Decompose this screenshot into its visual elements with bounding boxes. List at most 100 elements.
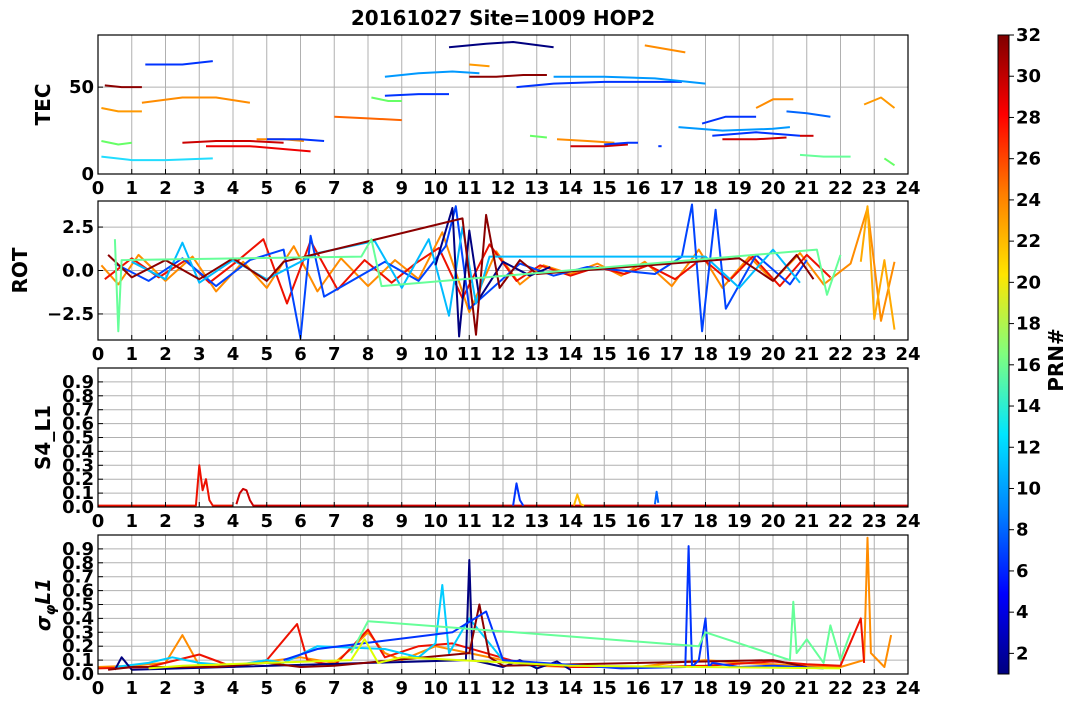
prn-trace: [701, 115, 757, 125]
x-tick-label: 3: [193, 678, 206, 699]
x-tick-label: 4: [227, 178, 240, 199]
colorbar-tick-label: 14: [1016, 396, 1041, 417]
y-axis-label: TEC: [31, 84, 55, 126]
colorbar-tick-label: 20: [1016, 272, 1041, 293]
x-tick-label: 10: [423, 511, 448, 532]
x-tick-label: 22: [828, 511, 853, 532]
x-tick-label: 6: [294, 178, 307, 199]
prn-trace: [101, 140, 132, 146]
x-tick-label: 17: [659, 344, 684, 365]
colorbar-tick-label: 2: [1016, 643, 1029, 664]
x-tick-label: 7: [328, 178, 341, 199]
x-tick-label: 19: [727, 511, 752, 532]
y-tick-label: 0.9: [62, 372, 94, 393]
x-tick-label: 18: [693, 178, 718, 199]
x-tick-label: 8: [362, 511, 375, 532]
colorbar-tick-label: 26: [1016, 149, 1041, 170]
prn-trace: [512, 482, 525, 507]
x-tick-label: 11: [457, 344, 482, 365]
x-tick-label: 3: [193, 511, 206, 532]
y-tick-label: 2.5: [62, 217, 94, 238]
x-tick-label: 20: [760, 178, 785, 199]
prn-trace: [448, 41, 554, 49]
x-tick-label: 15: [592, 344, 617, 365]
x-tick-label: 10: [423, 678, 448, 699]
prn-colorbar: 2468101214161820222426283032 PRN#: [997, 25, 1068, 675]
prn-trace: [572, 493, 585, 507]
y-tick-label: 0.0: [62, 261, 94, 282]
prn-trace: [799, 153, 851, 158]
x-tick-label: 16: [625, 178, 650, 199]
x-tick-label: 0: [92, 344, 105, 365]
prn-trace: [644, 44, 686, 54]
x-tick-label: 5: [260, 344, 273, 365]
x-tick-label: 1: [125, 511, 138, 532]
x-tick-label: 2: [159, 511, 172, 532]
x-tick-label: 1: [125, 178, 138, 199]
prn-trace: [556, 138, 615, 144]
x-tick-label: 6: [294, 344, 307, 365]
x-tick-label: 19: [727, 178, 752, 199]
x-tick-label: 12: [490, 511, 515, 532]
panels: 0 1 2 3 4 5 6 7 8 9 10 11 12 13 14 15 16 17 18 19 20 21 22 23 24…: [8, 34, 921, 699]
x-tick-label: 24: [895, 678, 920, 699]
prn-trace: [883, 157, 896, 167]
x-tick-label: 15: [592, 511, 617, 532]
x-tick-label: 12: [490, 344, 515, 365]
x-tick-label: 13: [524, 178, 549, 199]
prn-trace: [384, 70, 480, 78]
x-tick-label: 1: [125, 344, 138, 365]
x-tick-label: 20: [760, 678, 785, 699]
x-tick-label: 7: [328, 511, 341, 532]
colorbar-tick-label: 32: [1016, 25, 1041, 46]
x-tick-label: 10: [423, 344, 448, 365]
x-tick-label: 7: [328, 678, 341, 699]
x-tick-label: 11: [457, 678, 482, 699]
x-tick-label: 24: [895, 178, 920, 199]
colorbar-tick-label: 10: [1016, 478, 1041, 499]
prn-trace: [786, 110, 831, 118]
prn-trace: [516, 80, 682, 89]
panel-rot: 0 1 2 3 4 5 6 7 8 9 10 11 12 13 14 15 16 17 18 19 20 21 22 23 24…: [8, 200, 921, 365]
x-tick-label: 20: [760, 511, 785, 532]
y-tick-label: 50: [69, 77, 94, 98]
prn-trace: [371, 96, 402, 102]
x-tick-label: 16: [625, 344, 650, 365]
prn-trace: [712, 131, 801, 137]
figure-title: 20161027 Site=1009 HOP2: [351, 6, 655, 30]
y-tick-label: −2.5: [47, 304, 94, 325]
x-tick-label: 15: [592, 678, 617, 699]
x-tick-label: 1: [125, 678, 138, 699]
x-tick-label: 5: [260, 678, 273, 699]
x-tick-label: 14: [558, 344, 583, 365]
prn-trace: [206, 145, 311, 153]
x-tick-label: 14: [558, 678, 583, 699]
prn-trace: [755, 98, 794, 109]
colorbar-tick-label: 12: [1016, 437, 1041, 458]
x-tick-label: 2: [159, 344, 172, 365]
panel--l1: 0 1 2 3 4 5 6 7 8 9 10 11 12 13 14 15 16 17 18 19 20 21 22 23 24…: [31, 534, 921, 699]
x-tick-label: 6: [294, 678, 307, 699]
panel-tec: 0 1 2 3 4 5 6 7 8 9 10 11 12 13 14 15 16 17 18 19 20 21 22 23 24…: [31, 34, 921, 199]
prn-trace: [469, 74, 547, 78]
x-tick-label: 20: [760, 344, 785, 365]
prn-trace: [529, 134, 548, 139]
x-tick-label: 4: [227, 511, 240, 532]
x-tick-label: 21: [794, 678, 819, 699]
x-tick-label: 11: [457, 511, 482, 532]
prn-trace: [104, 84, 142, 89]
x-tick-label: 14: [558, 511, 583, 532]
x-tick-label: 7: [328, 344, 341, 365]
x-tick-label: 14: [558, 178, 583, 199]
prn-trace: [863, 96, 896, 109]
x-tick-label: 12: [490, 678, 515, 699]
prn-trace: [469, 63, 490, 68]
x-tick-label: 18: [693, 678, 718, 699]
colorbar-tick-label: 6: [1016, 561, 1029, 582]
x-tick-label: 22: [828, 344, 853, 365]
prn-trace: [570, 143, 628, 148]
x-tick-label: 9: [395, 178, 408, 199]
x-tick-label: 23: [862, 678, 887, 699]
x-tick-label: 19: [727, 344, 752, 365]
x-tick-label: 17: [659, 178, 684, 199]
